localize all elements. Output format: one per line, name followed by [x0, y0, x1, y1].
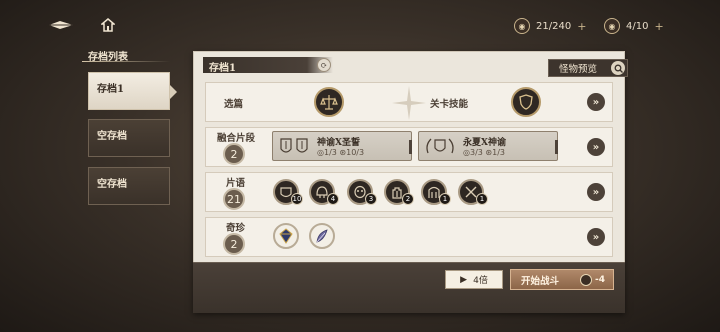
fusion-card[interactable]: 永夏X神谕 ◎3/3 ⊛1/3 — [418, 131, 558, 161]
play-icon: ▶ — [460, 274, 468, 285]
treasures-go-button[interactable]: » — [587, 228, 605, 246]
balance-icon — [320, 95, 338, 110]
fusion-go-button[interactable]: » — [587, 138, 605, 156]
start-battle-button[interactable]: 开始战斗 -4 — [510, 269, 614, 290]
crest-pair-icon — [280, 138, 308, 153]
treasure-item[interactable] — [309, 223, 335, 249]
chapter-row: 选篇 关卡技能 » — [205, 82, 613, 122]
add-ticket-button[interactable]: + — [654, 20, 663, 33]
treasures-count-badge: 2 — [223, 233, 245, 255]
phrase-coin[interactable]: 2 — [384, 179, 414, 205]
phrase-coin[interactable]: 10 — [273, 179, 303, 205]
ticket-coin-icon: ◉ — [604, 18, 620, 34]
stage-skill-label: 关卡技能 — [430, 99, 469, 110]
phrase-count: 4 — [327, 193, 339, 205]
fusion-name: 永夏X神谕 — [463, 138, 506, 148]
phrase-coin[interactable]: 4 — [309, 179, 339, 205]
phrase-count: 3 — [365, 193, 377, 205]
add-energy-button[interactable]: + — [577, 20, 586, 33]
phrase-coin[interactable]: 1 — [458, 179, 488, 205]
fusion-name: 神谕X圣誓 — [317, 138, 360, 148]
treasures-row: 奇珍 2 » — [205, 217, 613, 257]
back-arrow-icon — [49, 21, 73, 29]
phrase-coin[interactable]: 3 — [347, 179, 377, 205]
divider — [82, 61, 170, 62]
phrase-count: 1 — [439, 193, 451, 205]
phrase-count: 10 — [291, 193, 303, 205]
fusion-card[interactable]: 神谕X圣誓 ◎1/3 ⊛10/3 — [272, 131, 412, 161]
shield-icon — [519, 94, 533, 110]
compass-star-icon — [392, 86, 426, 120]
phrases-label: 片语 — [226, 178, 246, 189]
home-button[interactable] — [97, 14, 119, 36]
save-slot-3[interactable]: 空存档 — [88, 167, 170, 205]
phrases-count-badge: 21 — [223, 188, 245, 210]
phrase-coin[interactable]: 1 — [421, 179, 451, 205]
feather-icon — [316, 229, 328, 243]
fusion-label: 融合片段 — [217, 133, 256, 144]
ticket-counter: ◉ 4/10 + — [604, 16, 664, 36]
gem-icon — [279, 228, 293, 244]
save-slot-label: 空存档 — [97, 179, 127, 190]
battle-cost: -4 — [580, 274, 605, 286]
save-slot-2[interactable]: 空存档 — [88, 119, 170, 157]
monster-preview-button[interactable]: 怪物预览 — [548, 59, 628, 77]
treasures-label: 奇珍 — [226, 223, 246, 234]
selected-arrow-icon — [170, 85, 177, 99]
save-slot-1[interactable]: 存档1 — [88, 72, 177, 110]
search-icon — [611, 61, 625, 75]
phrase-count: 2 — [402, 193, 414, 205]
save-slot-label: 存档1 — [97, 84, 124, 95]
fusion-edge — [555, 140, 558, 154]
fusion-stats: ◎1/3 ⊛10/3 — [317, 148, 365, 157]
energy-counter: ◉ 21/240 + — [514, 16, 586, 36]
fusion-count-badge: 2 — [223, 143, 245, 165]
select-chapter-label: 选篇 — [224, 99, 244, 110]
laurel-crest-icon — [426, 138, 454, 154]
save-slot-label: 空存档 — [97, 131, 127, 142]
phrase-count: 1 — [476, 193, 488, 205]
chapter-go-button[interactable]: » — [587, 93, 605, 111]
back-button[interactable] — [46, 14, 76, 36]
treasure-item[interactable] — [273, 223, 299, 249]
save-title: 存档1 — [203, 57, 333, 74]
fusion-stats: ◎3/3 ⊛1/3 — [463, 148, 505, 157]
chapter-emblem[interactable] — [314, 87, 344, 117]
rename-icon[interactable]: ⟳ — [317, 58, 331, 72]
fusion-edge — [409, 140, 412, 154]
phrases-go-button[interactable]: » — [587, 183, 605, 201]
energy-coin-icon — [580, 274, 592, 286]
energy-coin-icon: ◉ — [514, 18, 530, 34]
stage-skill-emblem[interactable] — [511, 87, 541, 117]
speed-button[interactable]: ▶ 4倍 — [445, 270, 503, 289]
home-icon — [101, 18, 115, 32]
